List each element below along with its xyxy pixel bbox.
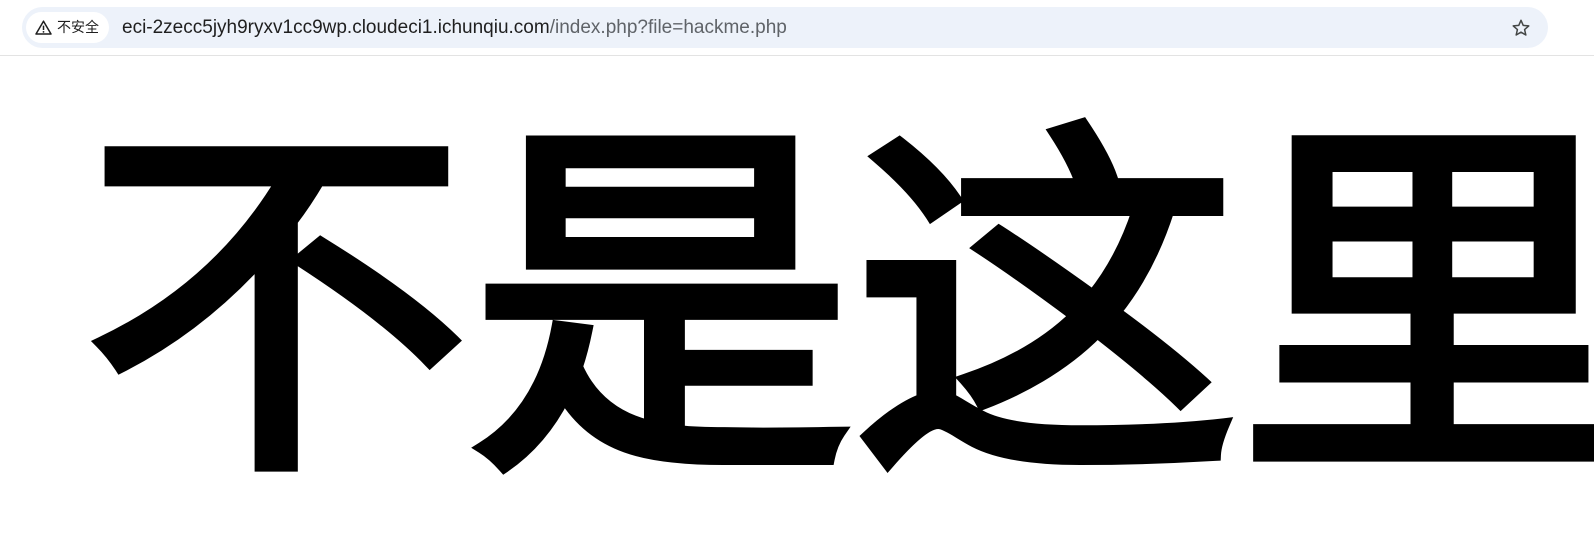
- url-host: eci-2zecc5jyh9ryxv1cc9wp.cloudeci1.ichun…: [122, 17, 550, 38]
- browser-toolbar: 不安全 eci-2zecc5jyh9ryxv1cc9wp.cloudeci1.i…: [0, 0, 1594, 56]
- url-path: /index.php?file=hackme.php: [549, 17, 787, 38]
- security-indicator[interactable]: 不安全: [26, 12, 109, 43]
- bookmark-star-icon[interactable]: [1508, 15, 1534, 41]
- security-label: 不安全: [57, 19, 99, 36]
- url-text[interactable]: eci-2zecc5jyh9ryxv1cc9wp.cloudeci1.ichun…: [122, 7, 787, 48]
- address-bar[interactable]: 不安全 eci-2zecc5jyh9ryxv1cc9wp.cloudeci1.i…: [22, 7, 1548, 48]
- page-heading: 不是这里: [84, 95, 1594, 525]
- warning-triangle-icon: [35, 20, 52, 35]
- page-content: 不是这里: [0, 57, 1594, 538]
